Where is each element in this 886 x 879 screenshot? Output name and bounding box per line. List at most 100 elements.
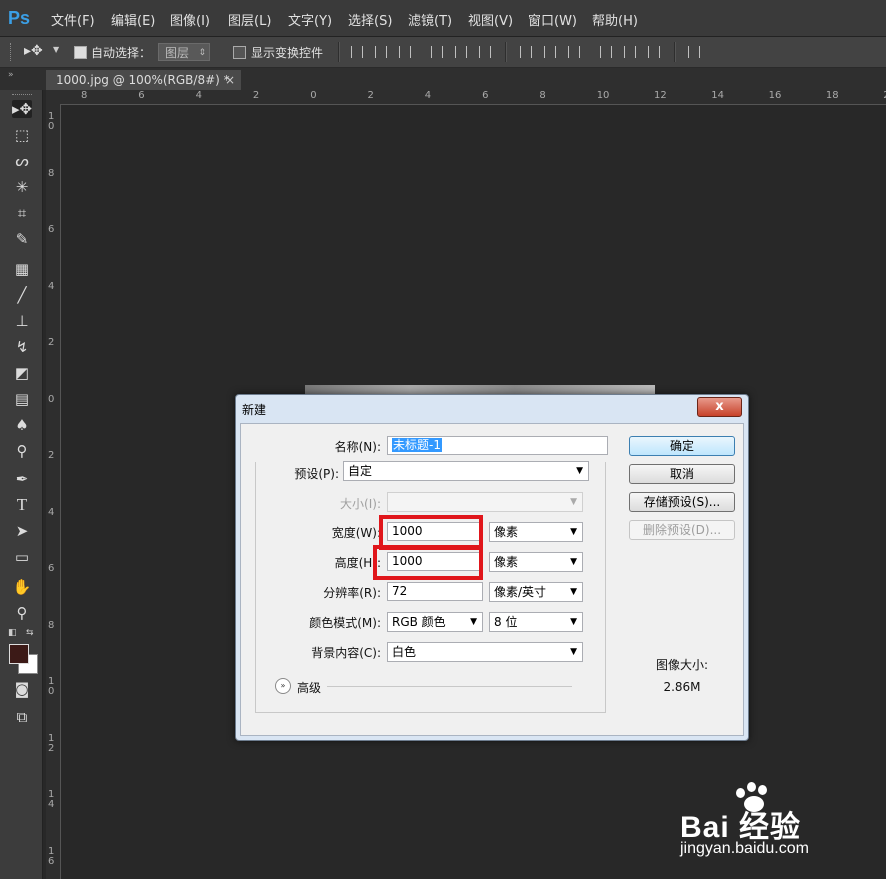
- distribute-left-icon[interactable]: [600, 46, 612, 58]
- eraser-tool-icon[interactable]: ◩: [12, 364, 32, 382]
- crop-tool-icon[interactable]: ⌗: [12, 204, 32, 222]
- path-selection-tool-icon[interactable]: ➤: [12, 522, 32, 540]
- align-right-icon[interactable]: [479, 46, 491, 58]
- menu-view[interactable]: 视图(V): [468, 10, 513, 29]
- dialog-close-button[interactable]: x: [697, 397, 742, 417]
- align-bottom-icon[interactable]: [399, 46, 411, 58]
- advanced-label[interactable]: 高级: [297, 679, 321, 696]
- bit-depth-select[interactable]: 8 位 ▼: [489, 612, 583, 632]
- align-left-icon[interactable]: [431, 46, 443, 58]
- preset-select-value: 自定: [348, 464, 373, 478]
- ok-button[interactable]: 确定: [629, 436, 735, 456]
- clone-stamp-tool-icon[interactable]: ⊥: [12, 312, 32, 330]
- history-brush-tool-icon[interactable]: ↯: [12, 338, 32, 356]
- color-mode-value: RGB 颜色: [392, 615, 446, 629]
- foreground-color-swatch[interactable]: [9, 644, 29, 664]
- menu-select[interactable]: 选择(S): [348, 10, 392, 29]
- document-tab[interactable]: 1000.jpg @ 100%(RGB/8#) * ×: [46, 70, 241, 90]
- align-hcenter-icon[interactable]: [455, 46, 467, 58]
- lasso-tool-icon[interactable]: ᔕ: [12, 152, 32, 170]
- height-highlight-box: [373, 545, 483, 580]
- name-input[interactable]: 未标题-1: [387, 436, 608, 455]
- save-preset-button[interactable]: 存储预设(S)...: [629, 492, 735, 512]
- zoom-tool-icon[interactable]: ⚲: [12, 604, 32, 622]
- ruler-tick-label: 1 4: [48, 789, 55, 810]
- dodge-tool-icon[interactable]: ⚲: [12, 442, 32, 460]
- distribute-vcenter-icon[interactable]: [544, 46, 556, 58]
- show-transform-label: 显示变换控件: [251, 46, 324, 60]
- marquee-tool-icon[interactable]: ⬚: [12, 126, 32, 144]
- swap-colors-icon[interactable]: ⇆: [26, 628, 34, 638]
- distribute-right-icon[interactable]: [648, 46, 660, 58]
- ruler-tick-label: 8: [81, 90, 88, 101]
- ruler-tick-label: 6: [48, 224, 55, 235]
- baidu-watermark: Bai 经验 jingyan.baidu.com: [680, 780, 880, 870]
- menu-type[interactable]: 文字(Y): [288, 10, 332, 29]
- height-label: 高度(H):: [334, 556, 381, 570]
- ruler-tick-label: 16: [768, 90, 782, 101]
- magic-wand-tool-icon[interactable]: ✳: [12, 178, 32, 196]
- quick-mask-icon[interactable]: ◙: [12, 680, 32, 698]
- distribute-hcenter-icon[interactable]: [624, 46, 636, 58]
- distribute-top-icon[interactable]: [520, 46, 532, 58]
- auto-select-checkbox[interactable]: [74, 46, 87, 59]
- menu-edit[interactable]: 编辑(E): [111, 10, 155, 29]
- menu-layer[interactable]: 图层(L): [228, 10, 271, 29]
- blur-tool-icon[interactable]: ♠: [12, 416, 32, 434]
- resolution-unit-value: 像素/英寸: [494, 585, 547, 599]
- type-tool-icon[interactable]: T: [12, 496, 32, 514]
- delete-preset-button: 删除预设(D)...: [629, 520, 735, 540]
- move-tool-icon[interactable]: ▸✥: [24, 43, 43, 59]
- background-select[interactable]: 白色 ▼: [387, 642, 583, 662]
- auto-align-icon[interactable]: [688, 46, 700, 58]
- menu-file[interactable]: 文件(F): [51, 10, 95, 29]
- size-label: 大小(I):: [340, 497, 381, 511]
- ruler-tick-label: 2: [252, 90, 260, 101]
- resolution-unit-select[interactable]: 像素/英寸 ▼: [489, 582, 583, 602]
- menu-filter[interactable]: 滤镜(T): [408, 10, 452, 29]
- color-mode-label: 颜色模式(M):: [309, 616, 381, 630]
- name-input-value: 未标题-1: [392, 438, 442, 452]
- resolution-input[interactable]: 72: [387, 582, 483, 601]
- separator: [338, 42, 340, 62]
- dropdown-arrow-icon: ▼: [570, 617, 577, 627]
- align-vcenter-icon[interactable]: [375, 46, 387, 58]
- height-unit-value: 像素: [494, 555, 519, 569]
- hand-tool-icon[interactable]: ✋: [12, 578, 32, 596]
- move-tool-icon[interactable]: ▸✥: [12, 100, 32, 118]
- image-size-label: 图像大小:: [655, 658, 709, 672]
- auto-select-target-select[interactable]: 图层 ⇕: [158, 43, 210, 61]
- advanced-expand-icon[interactable]: »: [275, 678, 291, 694]
- brush-tool-icon[interactable]: ╱: [12, 286, 32, 304]
- chevron-down-icon[interactable]: ▼: [53, 45, 59, 54]
- show-transform-checkbox[interactable]: [233, 46, 246, 59]
- ruler-tick-label: 2: [367, 90, 374, 101]
- align-top-icon[interactable]: [351, 46, 363, 58]
- ruler-tick-label: 8: [48, 167, 55, 179]
- auto-select-label: 自动选择：: [91, 46, 152, 60]
- vertical-ruler: 1 0 8 6 4 2 0 2 4 6 8 1 0 1 2 1 4 1 6: [46, 104, 61, 879]
- preset-select[interactable]: 自定 ▼: [343, 461, 589, 481]
- menu-help[interactable]: 帮助(H): [592, 10, 638, 29]
- eyedropper-tool-icon[interactable]: ✎: [12, 230, 32, 248]
- screen-mode-icon[interactable]: ⧉: [12, 708, 32, 726]
- ruler-tick-label: 1 0: [48, 676, 55, 697]
- cancel-button[interactable]: 取消: [629, 464, 735, 484]
- distribute-bottom-icon[interactable]: [568, 46, 580, 58]
- healing-brush-tool-icon[interactable]: ▦: [12, 260, 32, 278]
- ruler-tick-label: 2: [48, 450, 55, 461]
- ruler-tick-label: 0: [310, 90, 317, 101]
- color-mode-select[interactable]: RGB 颜色 ▼: [387, 612, 483, 632]
- default-colors-icon[interactable]: ◧: [8, 628, 17, 638]
- height-unit-select[interactable]: 像素 ▼: [489, 552, 583, 572]
- tab-close-icon[interactable]: ×: [225, 70, 235, 90]
- gradient-tool-icon[interactable]: ▤: [12, 390, 32, 408]
- ruler-tick-label: 0: [48, 393, 55, 405]
- shape-tool-icon[interactable]: ▭: [12, 548, 32, 566]
- width-unit-select[interactable]: 像素 ▼: [489, 522, 583, 542]
- pen-tool-icon[interactable]: ✒: [12, 470, 32, 488]
- menu-window[interactable]: 窗口(W): [528, 10, 577, 29]
- ruler-tick-label: 2: [48, 337, 55, 348]
- collapse-panel-icon[interactable]: »: [8, 70, 14, 80]
- menu-image[interactable]: 图像(I): [170, 10, 210, 29]
